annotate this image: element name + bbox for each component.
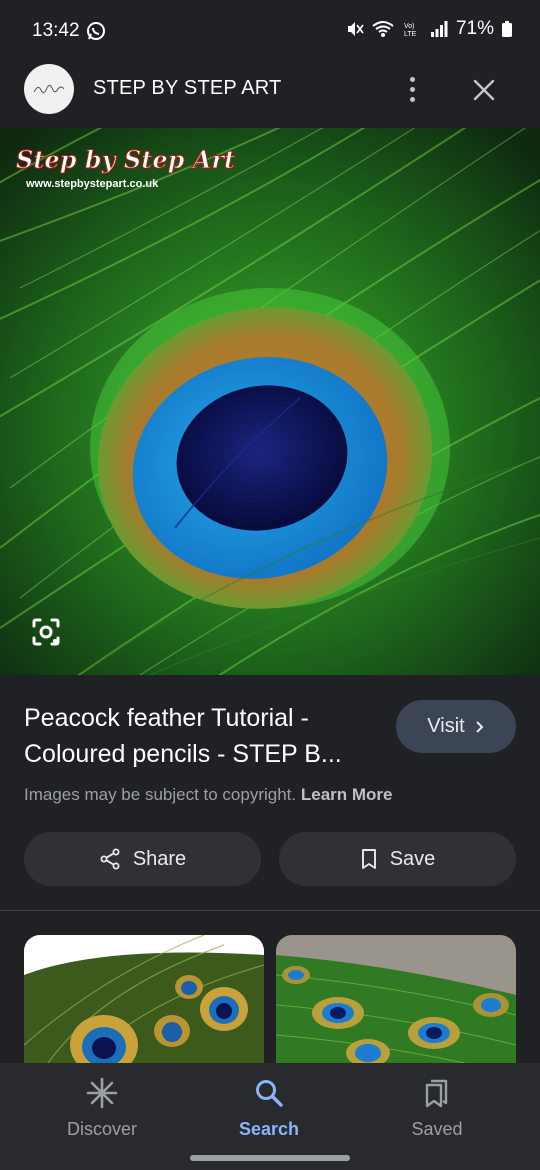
signal-icon: [430, 21, 448, 37]
wifi-icon: [372, 21, 394, 37]
more-vert-icon-dot: [409, 96, 415, 102]
result-title-line1: Peacock feather Tutorial -: [24, 704, 309, 732]
battery-level: 71%: [455, 18, 494, 39]
nav-search[interactable]: Search: [194, 1077, 344, 1140]
search-icon: [256, 1080, 283, 1107]
more-vert-icon-dot: [409, 86, 415, 92]
bookmarks-icon: [425, 1079, 448, 1108]
divider: [0, 910, 540, 911]
watermark-url: www.stepbystepart.co.uk: [25, 178, 159, 190]
nav-discover-label: Discover: [66, 1119, 137, 1139]
asterisk-icon: [86, 1077, 118, 1109]
home-indicator[interactable]: [190, 1155, 350, 1161]
status-time: 13:42: [32, 20, 80, 41]
bottom-navigation: Discover Search Saved: [0, 1063, 540, 1170]
google-lens-icon[interactable]: [26, 612, 66, 652]
svg-text:Vo): Vo): [404, 23, 415, 30]
result-title-line2: Coloured pencils - STEP B...: [24, 740, 342, 768]
learn-more-link[interactable]: Learn More: [301, 785, 393, 804]
share-label: Share: [132, 847, 187, 870]
mute-icon: [347, 22, 364, 36]
nav-search-label: Search: [238, 1119, 300, 1139]
more-vert-icon-dot: [409, 76, 415, 82]
svg-text:LTE: LTE: [404, 31, 417, 38]
watermark-title: Step by Step Art: [16, 145, 235, 174]
status-bar: 13:42 Vo) LTE 71%: [0, 0, 540, 62]
save-button[interactable]: Save: [279, 832, 516, 886]
bookmark-icon: [361, 849, 376, 869]
save-label: Save: [389, 847, 436, 870]
result-title[interactable]: Peacock feather Tutorial - Coloured penc…: [24, 700, 374, 772]
close-icon[interactable]: [466, 72, 502, 108]
signature-logo-icon: [33, 84, 65, 94]
more-options-button[interactable]: [398, 72, 426, 106]
status-icons: Vo) LTE 71%: [346, 18, 512, 40]
whatsapp-icon: [87, 22, 105, 40]
share-icon: [100, 848, 120, 870]
battery-icon: [502, 21, 512, 37]
nav-discover[interactable]: Discover: [27, 1077, 177, 1140]
copyright-text: Images may be subject to copyright.: [24, 785, 297, 804]
site-name[interactable]: STEP BY STEP ART: [93, 77, 281, 100]
volte-icon: Vo) LTE: [404, 23, 417, 38]
share-button[interactable]: Share: [24, 832, 261, 886]
copyright-notice: Images may be subject to copyright. Lear…: [24, 785, 393, 805]
nav-saved-label: Saved: [411, 1119, 463, 1139]
page-header: STEP BY STEP ART: [0, 62, 540, 128]
visit-label: Visit: [427, 715, 465, 737]
peacock-feather-image: Step by Step Art www.stepbystepart.co.uk: [0, 128, 540, 675]
hero-image[interactable]: Step by Step Art www.stepbystepart.co.uk: [0, 128, 540, 675]
site-logo[interactable]: [24, 64, 74, 114]
visit-button[interactable]: Visit: [396, 700, 516, 753]
nav-saved[interactable]: Saved: [362, 1077, 512, 1140]
chevron-right-icon: [475, 720, 484, 733]
